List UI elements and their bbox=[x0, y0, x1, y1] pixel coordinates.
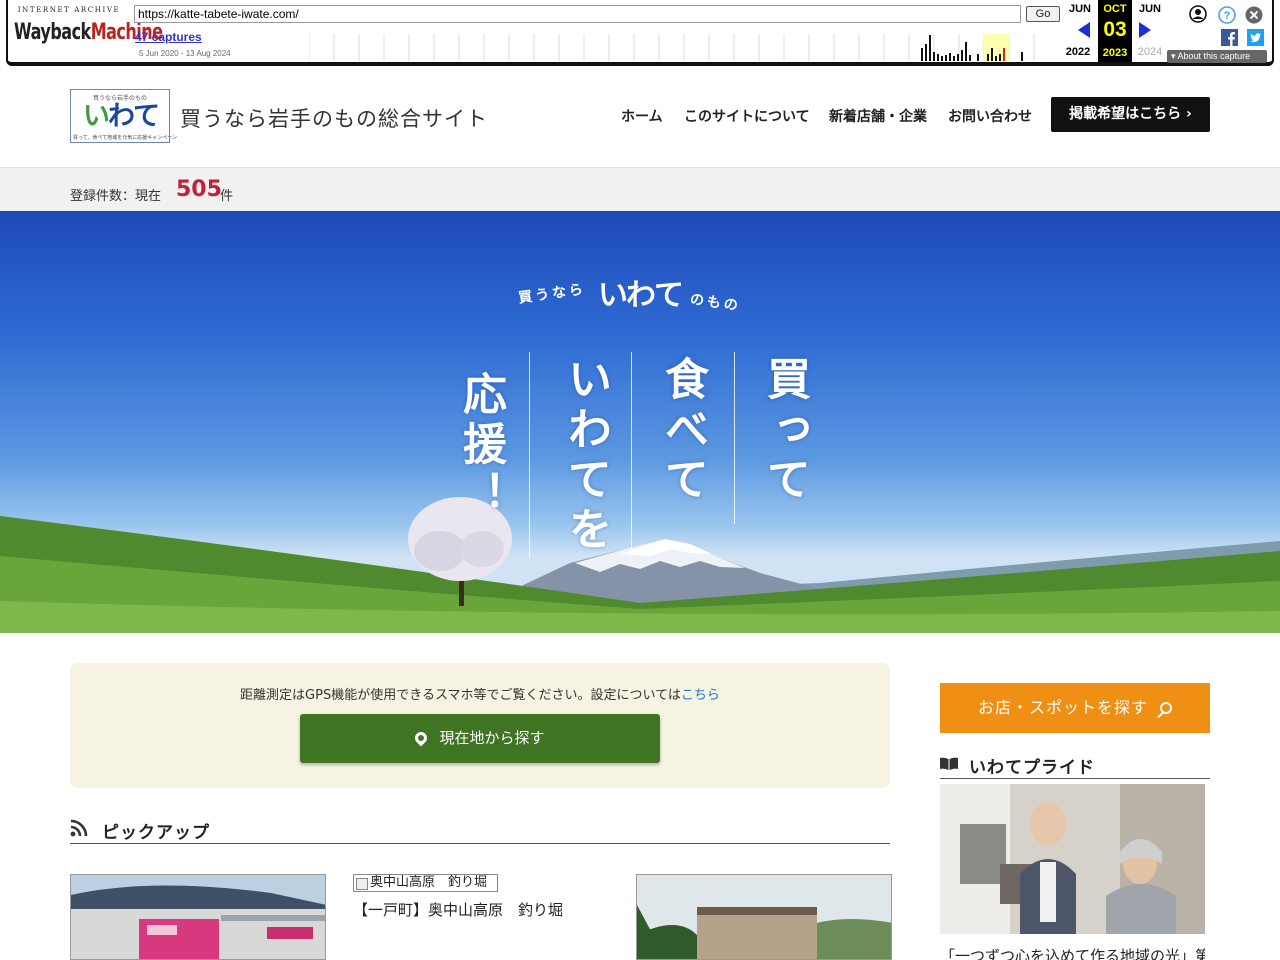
nav-contact[interactable]: お問い合わせ bbox=[948, 106, 1032, 126]
wayback-go-button[interactable]: Go bbox=[1026, 6, 1060, 22]
wayback-about-capture-button[interactable]: ▾ About this capture bbox=[1167, 50, 1267, 63]
wayback-logo[interactable]: INTERNET ARCHIVE WaybackMachine bbox=[14, 6, 163, 56]
rss-icon bbox=[70, 819, 88, 837]
nav-new-shops[interactable]: 新着店舗・企業 bbox=[829, 106, 927, 126]
iwate-pride-header: いわてプライド bbox=[940, 753, 1210, 779]
gps-search-panel: 距離測定はGPS機能が使用できるスマホ等でご覧ください。設定についてはこちら 現… bbox=[70, 663, 890, 788]
listing-request-button[interactable]: 掲載希望はこちら › bbox=[1051, 97, 1210, 132]
facebook-icon[interactable] bbox=[1221, 29, 1238, 46]
site-title: 買うなら岩手のもの総合サイト bbox=[180, 107, 488, 131]
iwate-pride-photo[interactable] bbox=[940, 784, 1205, 934]
pickup-card-1-image[interactable] bbox=[70, 874, 326, 960]
pickup-heading: ピックアップ bbox=[102, 823, 210, 843]
pickup-card-2-title[interactable]: 【一戸町】奥中山高原 釣り堀 bbox=[353, 899, 563, 920]
search-shops-spots-button[interactable]: お店・スポットを探す bbox=[940, 683, 1210, 733]
iwate-pride-heading: いわてプライド bbox=[969, 758, 1095, 778]
wayback-next-arrow-icon[interactable] bbox=[1139, 22, 1151, 38]
logo-footer: 買って、食べて地域を元気に応援キャンペーン bbox=[73, 135, 178, 141]
hero-logo: いわて bbox=[598, 278, 684, 313]
svg-text:?: ? bbox=[1224, 10, 1231, 22]
close-icon[interactable] bbox=[1245, 6, 1263, 24]
wayback-logo-top: INTERNET ARCHIVE bbox=[17, 6, 121, 14]
wayback-logo-main: WaybackMachine bbox=[14, 18, 163, 45]
logo-wordmark: いわて bbox=[83, 101, 160, 132]
wayback-toolbar: INTERNET ARCHIVE WaybackMachine Go 47 ca… bbox=[0, 0, 1280, 68]
wayback-captures-link[interactable]: 47 captures bbox=[135, 30, 202, 44]
search-by-location-button[interactable]: 現在地から探す bbox=[300, 714, 660, 763]
hero-divider-2 bbox=[631, 352, 632, 557]
nav-home[interactable]: ホーム bbox=[621, 106, 663, 126]
wayback-sparkline[interactable] bbox=[309, 34, 1061, 61]
wayback-current-year: 2023 bbox=[1102, 47, 1128, 59]
wayback-next-month[interactable]: JUN bbox=[1133, 3, 1167, 15]
wayback-url-input[interactable] bbox=[134, 5, 1021, 23]
wayback-current-month: OCT bbox=[1103, 3, 1127, 15]
pickup-section-header: ピックアップ bbox=[70, 815, 890, 844]
hero-copy-col3: いわてを bbox=[560, 356, 611, 556]
gps-note: 距離測定はGPS機能が使用できるスマホ等でご覧ください。設定についてはこちら bbox=[240, 688, 720, 703]
nav-about[interactable]: このサイトについて bbox=[684, 106, 810, 126]
wayback-current-day: 03 bbox=[1103, 18, 1127, 41]
user-account-icon[interactable] bbox=[1189, 5, 1207, 23]
gps-settings-link[interactable]: こちら bbox=[681, 688, 720, 703]
hero-divider-1 bbox=[529, 352, 530, 557]
wayback-next-year[interactable]: 2024 bbox=[1133, 46, 1167, 58]
hero-divider-3 bbox=[734, 352, 735, 524]
map-pin-icon bbox=[412, 729, 430, 747]
hero-copy-col2: 食べて bbox=[657, 356, 708, 506]
hero-copy-col1: 買って bbox=[759, 356, 810, 506]
wayback-prev-arrow-icon[interactable] bbox=[1078, 22, 1090, 38]
wayback-date-range: 5 Jun 2020 - 13 Aug 2024 bbox=[139, 49, 231, 58]
wayback-prev-year[interactable]: 2022 bbox=[1061, 46, 1095, 58]
pickup-card-3-image[interactable] bbox=[636, 874, 892, 960]
count-value: 505 bbox=[176, 177, 222, 202]
twitter-icon[interactable] bbox=[1247, 29, 1264, 46]
wayback-current-capture: OCT 03 2023 bbox=[1098, 0, 1132, 62]
site-logo[interactable]: 買うなら岩手のもの いわて 買って、食べて地域を元気に応援キャンペーン bbox=[70, 89, 177, 143]
book-icon bbox=[940, 757, 958, 770]
pickup-card-2-image[interactable]: 奥中山高原 釣り堀 bbox=[353, 874, 498, 892]
wayback-prev-month[interactable]: JUN bbox=[1063, 3, 1097, 15]
search-icon bbox=[1160, 702, 1172, 714]
count-label: 登録件数：現在 bbox=[70, 189, 162, 204]
hero-copy-col4: 応援！ bbox=[455, 371, 506, 521]
iwate-pride-caption[interactable]: 「一つずつ心を込めて作る地域の光」第 bbox=[940, 945, 1205, 960]
registration-count-bar: 登録件数：現在 505 件 bbox=[0, 167, 1280, 211]
help-icon[interactable]: ? bbox=[1218, 6, 1236, 24]
count-unit: 件 bbox=[220, 189, 234, 204]
